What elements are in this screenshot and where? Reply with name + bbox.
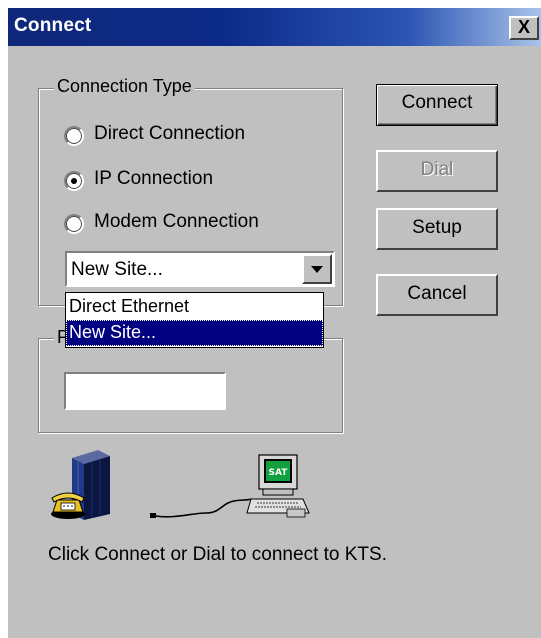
title-bar[interactable]: Connect X — [8, 8, 541, 46]
window-title: Connect — [14, 15, 92, 36]
radio-button[interactable] — [64, 214, 84, 234]
dropdown-item-new-site[interactable]: New Site... — [66, 320, 323, 346]
radio-label: IP Connection — [94, 168, 214, 189]
radio-button[interactable] — [64, 126, 84, 146]
close-button[interactable]: X — [509, 16, 539, 40]
connect-dialog: Connect X Connection Type Direct Connect… — [8, 8, 541, 638]
status-text: Click Connect or Dial to connect to KTS. — [48, 544, 387, 565]
connection-type-legend: Connection Type — [54, 76, 195, 97]
dropdown-item-label: Direct Ethernet — [69, 296, 190, 316]
combo-dropdown-button[interactable] — [302, 254, 332, 284]
telephone-server-icon — [51, 450, 110, 520]
dropdown-item-direct-ethernet[interactable]: Direct Ethernet — [66, 294, 323, 320]
radio-button-selected[interactable] — [64, 171, 84, 191]
connect-button[interactable]: Connect — [376, 84, 498, 126]
serial-cable-icon — [150, 498, 253, 518]
radio-label: Modem Connection — [94, 211, 259, 232]
chevron-down-icon — [311, 266, 323, 273]
site-combo-box[interactable]: New Site... — [65, 251, 335, 287]
terminal-screen-text: SAT — [269, 468, 289, 478]
setup-button[interactable]: Setup — [376, 208, 498, 250]
site-combo-value: New Site... — [71, 259, 163, 280]
cancel-button[interactable]: Cancel — [376, 274, 498, 316]
sat-terminal-icon: SAT — [246, 454, 310, 518]
dropdown-item-label: New Site... — [69, 322, 157, 342]
address-input[interactable] — [64, 372, 226, 410]
site-dropdown-list: Direct Ethernet New Site... — [65, 292, 324, 348]
dial-button[interactable]: Dial — [376, 150, 498, 192]
radio-label: Direct Connection — [94, 123, 246, 144]
